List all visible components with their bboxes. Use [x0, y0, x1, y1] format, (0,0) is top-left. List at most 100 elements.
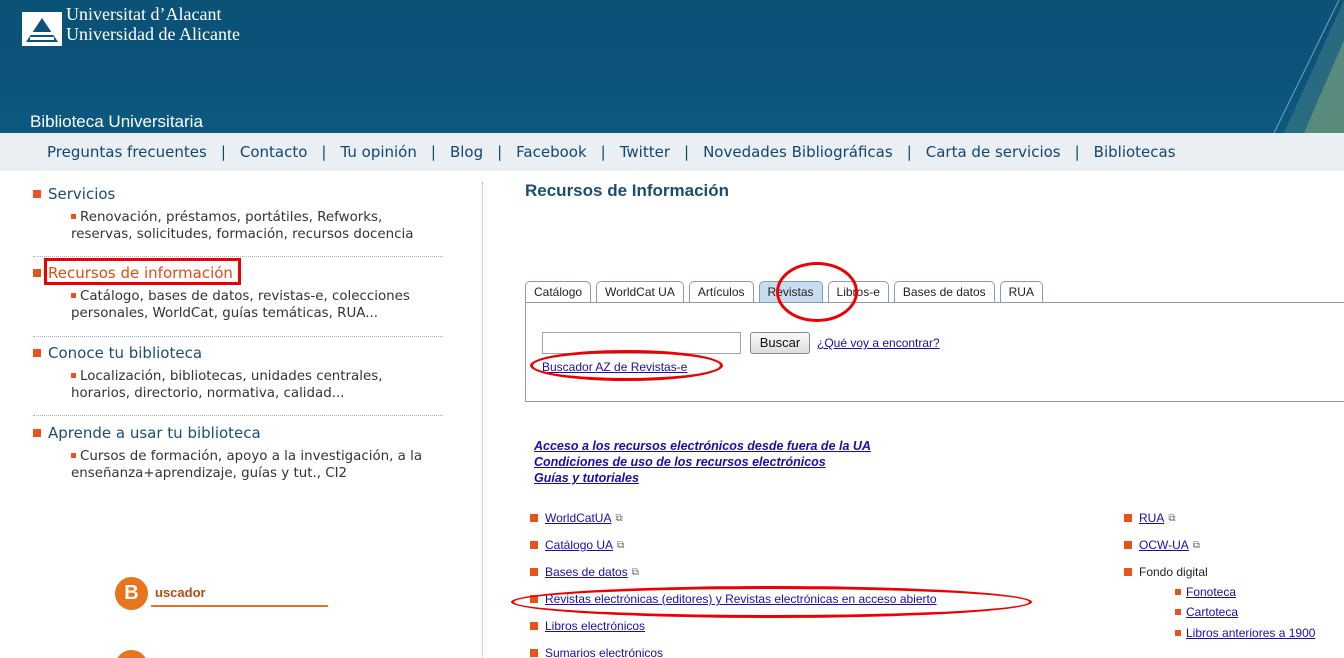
fondo-digital-label: Fondo digital	[1139, 565, 1208, 579]
resource-ocw-ua-link[interactable]: OCW-UA	[1139, 538, 1189, 552]
annotation-ellipse-revistas-electronicas	[511, 586, 1032, 618]
nav-separator: |	[684, 143, 690, 161]
nav-carta-servicios[interactable]: Carta de servicios	[926, 143, 1061, 161]
terms-of-use-link[interactable]: Condiciones de uso de los recursos elect…	[534, 454, 871, 470]
list-item: Cartoteca	[1175, 605, 1238, 619]
sidebar-item-label: Aprende a usar tu biblioteca	[48, 424, 261, 442]
square-bullet-icon	[33, 349, 41, 357]
buscador-logo-icon: B	[115, 577, 148, 610]
tab-bases-de-datos[interactable]: Bases de datos	[893, 281, 995, 303]
nav-tu-opinion[interactable]: Tu opinión	[340, 143, 416, 161]
university-logo-icon[interactable]	[22, 12, 62, 46]
external-link-icon: ⧉	[1192, 539, 1200, 551]
tab-catalogo[interactable]: Catálogo	[525, 281, 592, 303]
annotation-ellipse-az-link	[530, 350, 723, 381]
nav-contacto[interactable]: Contacto	[240, 143, 308, 161]
square-bullet-icon	[33, 190, 41, 198]
square-bullet-icon	[33, 429, 41, 437]
nav-separator: |	[1074, 143, 1080, 161]
nav-novedades[interactable]: Novedades Bibliográficas	[703, 143, 893, 161]
fonoteca-link[interactable]: Fonoteca	[1186, 585, 1236, 599]
external-link-icon: ⧉	[617, 539, 625, 551]
external-link-icon: ⧉	[631, 566, 639, 578]
buscador-banner[interactable]: B uscador	[115, 577, 330, 610]
buscador-label: uscador	[155, 585, 206, 600]
nav-faq[interactable]: Preguntas frecuentes	[47, 143, 207, 161]
cartoteca-link[interactable]: Cartoteca	[1186, 605, 1238, 619]
sidebar-divider	[33, 415, 443, 416]
tab-rua[interactable]: RUA	[999, 281, 1043, 303]
square-bullet-icon	[530, 649, 538, 657]
square-bullet-icon	[1175, 589, 1181, 595]
nav-separator: |	[220, 143, 226, 161]
list-item: WorldCatUA ⧉	[530, 511, 623, 525]
remote-access-link[interactable]: Acceso a los recursos electrónicos desde…	[534, 438, 871, 454]
sidebar-section-conoce: Conoce tu biblioteca Localización, bibli…	[33, 344, 453, 402]
buscador-underline	[151, 605, 328, 607]
resource-libros-electronicos-link[interactable]: Libros electrónicos	[545, 619, 645, 633]
nav-separator: |	[906, 143, 912, 161]
sidebar-divider	[33, 256, 443, 257]
sidebar-item-label: Servicios	[48, 185, 116, 203]
site-header: Universitat d’Alacant Universidad de Ali…	[0, 0, 1344, 133]
list-item: Sumarios electrónicos	[530, 646, 663, 658]
top-navigation: Preguntas frecuentes | Contacto | Tu opi…	[0, 133, 1344, 171]
square-bullet-icon	[71, 214, 76, 219]
square-bullet-icon	[530, 541, 538, 549]
nav-bibliotecas[interactable]: Bibliotecas	[1094, 143, 1176, 161]
resource-bases-datos-link[interactable]: Bases de datos	[545, 565, 628, 579]
nav-separator: |	[497, 143, 503, 161]
square-bullet-icon	[530, 622, 538, 630]
header-decoration	[1273, 0, 1344, 133]
page-title: Recursos de Información	[525, 181, 730, 200]
sidebar-divider	[33, 336, 443, 337]
nav-facebook[interactable]: Facebook	[516, 143, 586, 161]
resource-worldcatua-link[interactable]: WorldCatUA	[545, 511, 611, 525]
column-divider	[482, 182, 483, 658]
list-item: Fondo digital	[1124, 565, 1208, 579]
square-bullet-icon	[71, 293, 76, 298]
external-link-icon: ⧉	[1168, 512, 1176, 524]
list-item: Fonoteca	[1175, 585, 1236, 599]
nav-separator: |	[321, 143, 327, 161]
electronic-resources-links: Acceso a los recursos electrónicos desde…	[534, 438, 871, 486]
nav-blog[interactable]: Blog	[450, 143, 483, 161]
nav-separator: |	[600, 143, 606, 161]
sidebar-item-label: Conoce tu biblioteca	[48, 344, 203, 362]
sidebar-item-description[interactable]: Cursos de formación, apoyo a la investig…	[71, 448, 453, 482]
list-item: Libros electrónicos	[530, 619, 645, 633]
tab-worldcat-ua[interactable]: WorldCat UA	[596, 281, 684, 303]
search-help-link[interactable]: ¿Qué voy a encontrar?	[817, 336, 940, 350]
guides-tutorials-link[interactable]: Guías y tutoriales	[534, 470, 871, 486]
list-item: OCW-UA ⧉	[1124, 538, 1200, 552]
sidebar-section-servicios: Servicios Renovación, préstamos, portáti…	[33, 185, 453, 243]
annotation-ellipse-revistas-tab	[776, 262, 858, 322]
university-name-valencian: Universitat d’Alacant	[66, 4, 222, 24]
sidebar-item-aprende-biblioteca[interactable]: Aprende a usar tu biblioteca	[33, 424, 453, 442]
sidebar-item-servicios[interactable]: Servicios	[33, 185, 453, 203]
resource-catalogo-ua-link[interactable]: Catálogo UA	[545, 538, 613, 552]
list-item: RUA ⧉	[1124, 511, 1175, 525]
nav-twitter[interactable]: Twitter	[620, 143, 670, 161]
annotation-highlight-box	[44, 258, 241, 285]
square-bullet-icon	[530, 514, 538, 522]
square-bullet-icon	[1175, 609, 1181, 615]
sidebar-item-description[interactable]: Renovación, préstamos, portátiles, Refwo…	[71, 209, 453, 243]
tab-articulos[interactable]: Artículos	[688, 281, 754, 303]
university-name-spanish: Universidad de Alicante	[66, 24, 240, 44]
search-button[interactable]: Buscar	[750, 332, 810, 354]
resource-sumarios-electronicos-link[interactable]: Sumarios electrónicos	[545, 646, 663, 658]
square-bullet-icon	[1124, 541, 1132, 549]
resource-rua-link[interactable]: RUA	[1139, 511, 1164, 525]
square-bullet-icon	[33, 269, 41, 277]
square-bullet-icon	[1175, 630, 1181, 636]
square-bullet-icon	[71, 373, 76, 378]
sidebar-item-conoce-biblioteca[interactable]: Conoce tu biblioteca	[33, 344, 453, 362]
square-bullet-icon	[71, 453, 76, 458]
nav-separator: |	[430, 143, 436, 161]
sidebar-item-description[interactable]: Catálogo, bases de datos, revistas-e, co…	[71, 288, 453, 322]
external-link-icon: ⧉	[615, 512, 623, 524]
library-title[interactable]: Biblioteca Universitaria	[30, 112, 203, 132]
libros-anteriores-1900-link[interactable]: Libros anteriores a 1900	[1186, 626, 1315, 640]
sidebar-item-description[interactable]: Localización, bibliotecas, unidades cent…	[71, 368, 453, 402]
